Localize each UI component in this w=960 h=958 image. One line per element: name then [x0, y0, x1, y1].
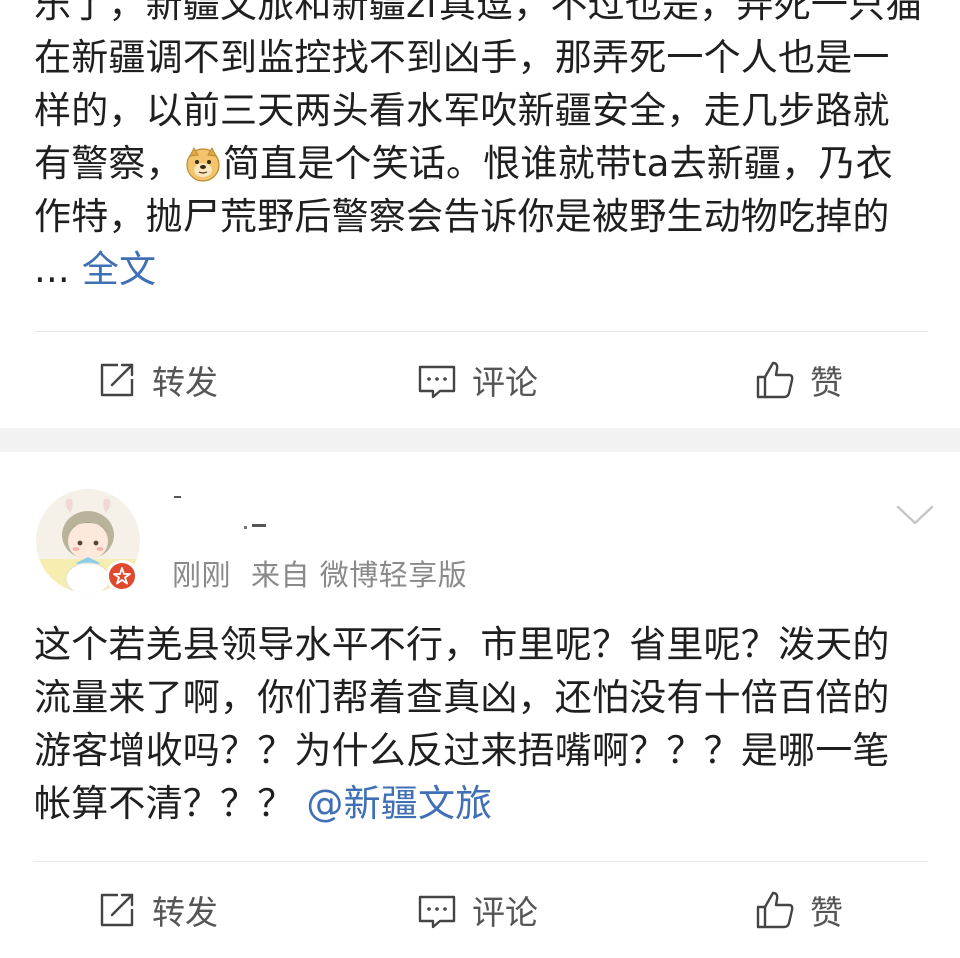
post-time: 刚刚 [172, 558, 232, 592]
thumbs-up-icon [756, 891, 794, 929]
like-label: 赞 [810, 363, 843, 402]
mention-link[interactable]: @新疆文旅 [306, 782, 492, 825]
post-source[interactable]: 来自 微博轻享版 [251, 558, 467, 592]
comment-icon [418, 365, 456, 399]
like-button[interactable]: 赞 [754, 862, 843, 958]
username-redacted[interactable] [172, 488, 282, 532]
repost-button[interactable]: 转发 [96, 332, 218, 428]
post-card-1: 乐了，新疆文旅和新疆zf真逗，不过也是，弄死一只猫在新疆调不到监控找不到凶手，那… [0, 0, 960, 428]
repost-label: 转发 [152, 893, 218, 932]
repost-label: 转发 [152, 363, 218, 402]
comment-button[interactable]: 评论 [416, 862, 538, 958]
repost-icon [100, 893, 134, 927]
comment-label: 评论 [472, 893, 538, 932]
repost-icon [100, 363, 134, 397]
like-label: 赞 [810, 893, 843, 932]
chevron-down-icon[interactable] [896, 504, 934, 526]
thumbs-up-icon [756, 361, 794, 399]
action-bar: 转发 评论 赞 [0, 862, 960, 958]
star-badge-icon [106, 560, 138, 592]
full-text-link[interactable]: 全文 [82, 248, 156, 291]
action-bar: 转发 评论 赞 [0, 332, 960, 428]
doge-emoji [186, 146, 220, 182]
post-body: 这个若羌县领导水平不行，市里呢？省里呢？泼天的流量来了啊，你们帮着查真凶，还怕没… [34, 618, 924, 830]
like-button[interactable]: 赞 [754, 332, 843, 428]
feed-separator [0, 428, 960, 452]
comment-label: 评论 [472, 363, 538, 402]
repost-button[interactable]: 转发 [96, 862, 218, 958]
comment-icon [418, 895, 456, 929]
post-body: 乐了，新疆文旅和新疆zf真逗，不过也是，弄死一只猫在新疆调不到监控找不到凶手，那… [34, 0, 924, 296]
post-meta: 刚刚 来自 微博轻享版 [172, 552, 467, 594]
comment-button[interactable]: 评论 [416, 332, 538, 428]
